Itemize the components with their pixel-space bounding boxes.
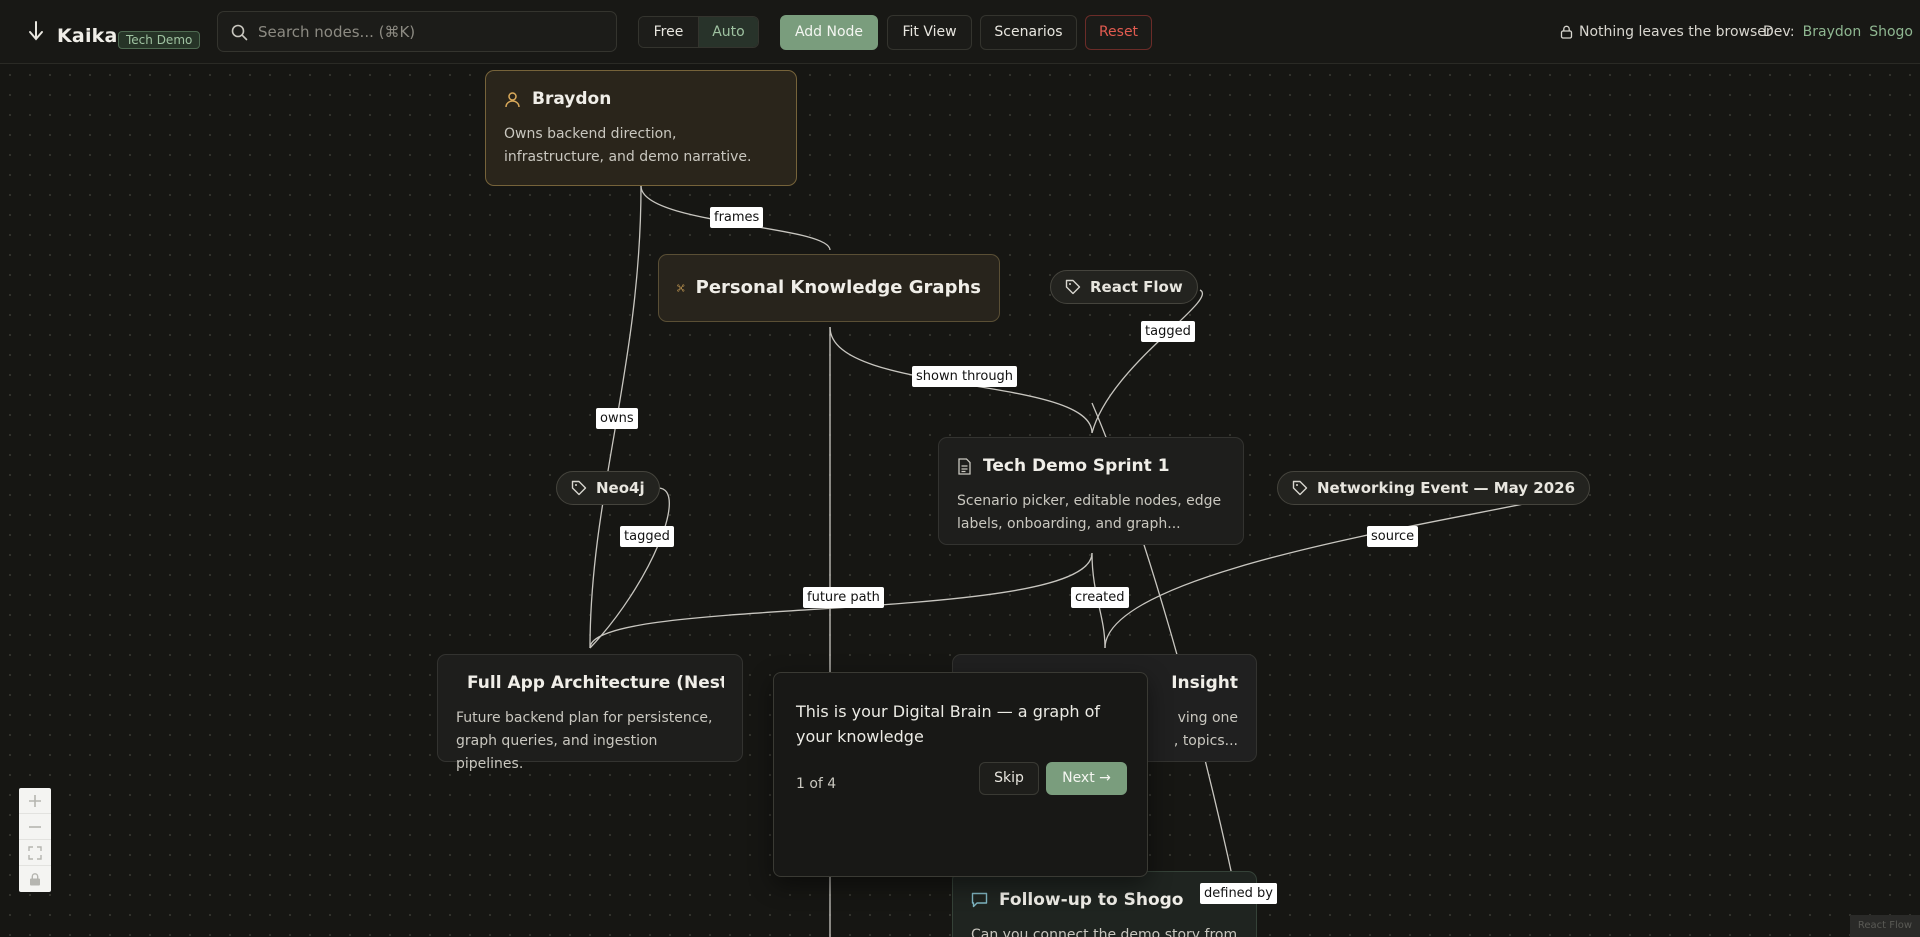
node-arch-title: Full App Architecture (NestJ... (456, 673, 724, 693)
top-bar: Kaika Tech Demo Search nodes... (⌘K) Fre… (0, 0, 1920, 64)
tour-message: This is your Digital Brain — a graph of … (796, 702, 1101, 746)
node-follow-up-to-shogo[interactable]: Follow-up to Shogo Can you connect the d… (952, 871, 1257, 937)
zoom-out-button[interactable] (19, 814, 51, 840)
node-insight-desc-2: , topics... (1173, 733, 1238, 749)
tour-next-button[interactable]: Next → (1046, 762, 1127, 795)
edge-label-tagged-react[interactable]: tagged (1141, 321, 1195, 342)
edge-label-defined-by-front[interactable]: defined by (1200, 883, 1278, 904)
node-pkg-label: Personal Knowledge Graphs (695, 277, 981, 298)
onboarding-tour-popup: This is your Digital Brain — a graph of … (773, 672, 1148, 877)
zoom-in-button[interactable] (19, 788, 51, 814)
tour-step-counter: 1 of 4 (796, 776, 837, 792)
fit-view-button[interactable]: Fit View (887, 15, 972, 50)
node-arch-desc: Future backend plan for persistence, gra… (456, 710, 713, 772)
tag-react-flow-label: React Flow (1090, 278, 1183, 296)
node-tech-demo-sprint-1[interactable]: Tech Demo Sprint 1 Scenario picker, edit… (938, 437, 1244, 545)
plus-icon (29, 794, 41, 807)
layout-free-button[interactable]: Free (639, 17, 698, 47)
layout-auto-button[interactable]: Auto (698, 17, 758, 47)
node-braydon-title: Braydon (504, 89, 778, 109)
privacy-text: Nothing leaves the browser (1579, 24, 1772, 40)
node-insight-desc-1: ving one (1177, 710, 1238, 726)
tag-neo4j-label: Neo4j (596, 479, 645, 497)
graph-icon (677, 283, 685, 292)
node-braydon-label: Braydon (532, 89, 612, 109)
chat-icon (971, 892, 988, 908)
privacy-notice: Nothing leaves the browser (1560, 24, 1772, 40)
react-flow-attribution[interactable]: React Flow (1850, 915, 1920, 937)
lock-icon (30, 872, 40, 885)
edge-label-source[interactable]: source (1367, 526, 1419, 547)
node-sprint-label: Tech Demo Sprint 1 (983, 456, 1170, 476)
edge-tagged-react (1091, 289, 1203, 434)
tag-icon (571, 480, 587, 496)
node-pkg-title: Personal Knowledge Graphs (677, 277, 981, 298)
edge-label-tagged-neo4j[interactable]: tagged (620, 526, 674, 547)
fit-view-control[interactable] (19, 840, 51, 866)
fit-view-icon (28, 845, 42, 860)
scenarios-button[interactable]: Scenarios (980, 15, 1077, 50)
edge-label-shown-through[interactable]: shown through (912, 366, 1018, 387)
edge-label-frames[interactable]: frames (710, 207, 764, 228)
node-sprint-desc: Scenario picker, editable nodes, edge la… (957, 493, 1222, 532)
edge-label-created[interactable]: created (1071, 587, 1129, 608)
node-insight-label: Insight (1171, 673, 1238, 693)
tag-neo4j[interactable]: Neo4j (556, 471, 660, 505)
node-followup-title: Follow-up to Shogo (971, 890, 1238, 910)
tag-react-flow[interactable]: React Flow (1050, 270, 1198, 304)
layout-toggle: Free Auto (638, 16, 759, 48)
search-input[interactable]: Search nodes... (⌘K) (217, 11, 617, 52)
node-sprint-title: Tech Demo Sprint 1 (957, 456, 1225, 476)
tour-skip-button[interactable]: Skip (979, 762, 1039, 795)
reset-button[interactable]: Reset (1085, 15, 1152, 50)
mode-badge: Tech Demo (118, 31, 201, 49)
person-icon (505, 91, 520, 107)
add-node-button[interactable]: Add Node (780, 15, 878, 50)
edge-label-future-path[interactable]: future path (803, 587, 884, 608)
zoom-controls (19, 788, 51, 892)
tag-icon (1292, 480, 1308, 496)
node-followup-desc: Can you connect the demo story from (971, 927, 1238, 937)
brand-name: Kaika (57, 25, 118, 47)
graph-canvas[interactable]: frames owns tagged tagged shown through … (0, 65, 1920, 937)
search-icon (231, 24, 248, 41)
minus-icon (29, 825, 41, 828)
dev-user-braydon[interactable]: Braydon (1803, 24, 1862, 40)
node-arch-label: Full App Architecture (NestJ... (467, 673, 724, 693)
node-followup-label: Follow-up to Shogo (999, 890, 1184, 910)
dev-label: Dev: (1763, 24, 1795, 40)
search-placeholder: Search nodes... (⌘K) (258, 22, 416, 41)
tag-networking-event[interactable]: Networking Event — May 2026 (1277, 471, 1591, 505)
tag-icon (1065, 279, 1081, 295)
node-braydon[interactable]: Braydon Owns backend direction, infrastr… (485, 70, 797, 186)
node-braydon-desc: Owns backend direction, infrastructure, … (504, 126, 752, 165)
tag-networking-label: Networking Event — May 2026 (1317, 479, 1576, 497)
edge-label-owns[interactable]: owns (596, 408, 638, 429)
lock-interaction-button[interactable] (19, 866, 51, 892)
dev-switcher: Dev: Braydon Shogo (1763, 24, 1913, 40)
lock-icon (1560, 25, 1573, 39)
node-personal-knowledge-graphs[interactable]: Personal Knowledge Graphs (658, 254, 1000, 322)
dev-user-shogo[interactable]: Shogo (1869, 24, 1913, 40)
node-full-app-architecture[interactable]: Full App Architecture (NestJ... Future b… (437, 654, 743, 772)
document-icon (958, 457, 971, 475)
kaika-logo-icon (29, 21, 43, 41)
